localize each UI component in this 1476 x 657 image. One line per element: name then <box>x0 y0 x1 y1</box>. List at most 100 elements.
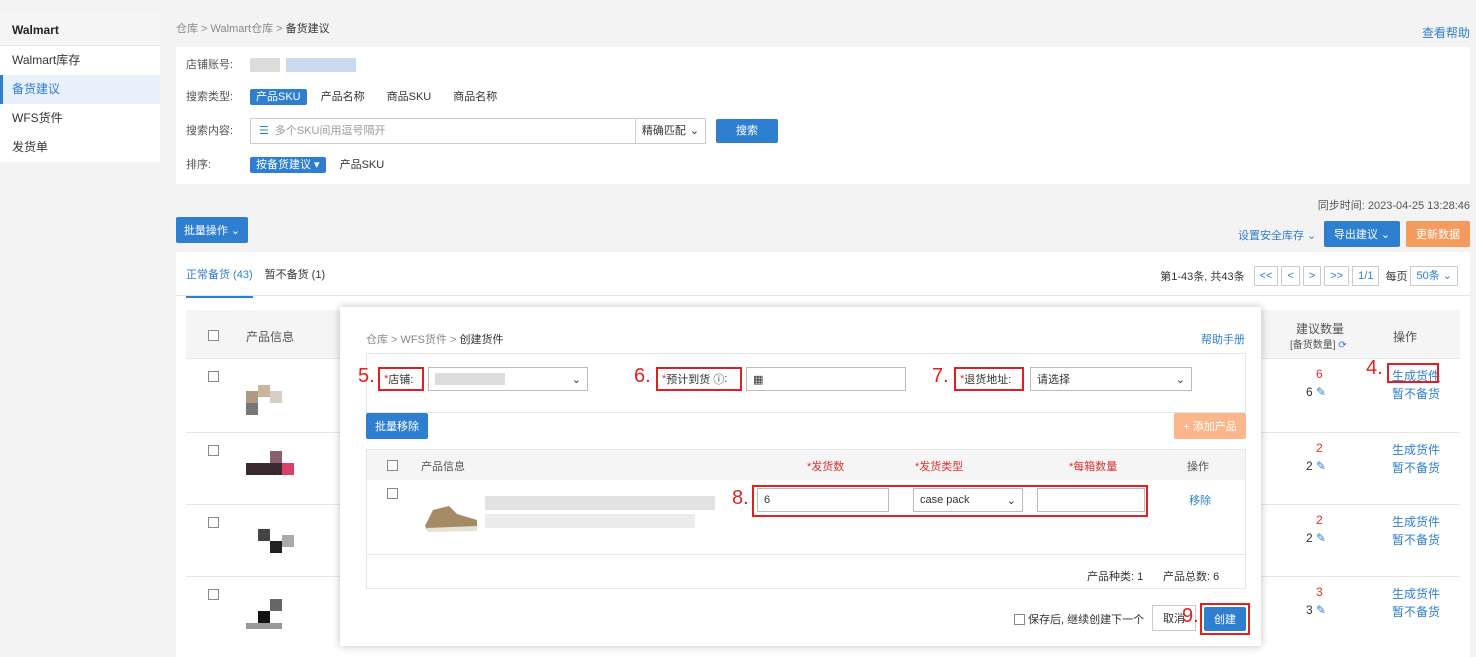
pager-last[interactable]: >> <box>1324 266 1350 286</box>
items-col-type: *发货类型 <box>915 461 964 473</box>
suggest-qty: 3 <box>1316 585 1323 599</box>
stock-qty[interactable]: 2 ✎ <box>1306 531 1326 545</box>
filter-panel: 店铺账号: 搜索类型: 产品SKU 产品名称 商品SKU 商品名称 搜索内容: … <box>176 47 1470 184</box>
row-checkbox[interactable] <box>208 371 219 382</box>
product-thumbnail <box>246 463 282 475</box>
help-link[interactable]: 查看帮助 <box>1422 24 1470 41</box>
store-label: 店铺账号: <box>186 59 234 71</box>
annotation-5: 5. <box>358 365 375 387</box>
sort-by-suggestion[interactable]: 按备货建议 ▾ <box>250 157 326 173</box>
generate-shipment-link[interactable]: 生成货件 <box>1392 585 1440 602</box>
product-thumbnail <box>258 385 270 397</box>
save-next-checkbox[interactable] <box>1014 613 1025 625</box>
sidebar-item-restock[interactable]: 备货建议 <box>0 75 160 104</box>
search-content-row: 搜索内容: ☰ 多个SKU间用逗号隔开 精确匹配 ⌄ 搜索 <box>186 118 778 144</box>
items-header: 产品信息 *发货数 *发货类型 *每箱数量 操作 <box>367 450 1245 480</box>
pause-restock-link[interactable]: 暂不备货 <box>1392 531 1440 548</box>
tab-normal[interactable]: 正常备货 (43) <box>186 266 253 298</box>
pause-restock-link[interactable]: 暂不备货 <box>1392 603 1440 620</box>
row-checkbox[interactable] <box>208 445 219 456</box>
modal-breadcrumb: 仓库 > WFS货件 > 创建货件 <box>366 334 504 346</box>
breadcrumb: 仓库 > Walmart仓库 > 备货建议 <box>176 23 330 35</box>
product-thumbnail <box>282 535 294 547</box>
sort-by-product-sku[interactable]: 产品SKU <box>340 153 385 177</box>
sync-time: 同步时间: 2023-04-25 13:28:46 <box>1317 200 1470 212</box>
suggest-qty: 6 <box>1316 367 1323 381</box>
annotation-8: 8. <box>732 487 749 509</box>
edit-icon: ✎ <box>1316 531 1327 545</box>
calendar-icon: ▦ <box>753 373 764 386</box>
col-qty-sub: [备货数量] ⟳ <box>1290 340 1347 351</box>
tab-paused[interactable]: 暂不备货 (1) <box>265 266 326 298</box>
search-type-item-name[interactable]: 商品名称 <box>453 85 497 109</box>
add-product-button[interactable]: + 添加产品 <box>1174 413 1246 439</box>
search-type-item-sku[interactable]: 商品SKU <box>387 85 432 109</box>
row-checkbox[interactable] <box>208 517 219 528</box>
shoe-thumbnail <box>425 506 477 532</box>
match-mode-select[interactable]: 精确匹配 ⌄ <box>635 119 705 143</box>
pause-restock-link[interactable]: 暂不备货 <box>1392 385 1440 402</box>
product-thumbnail <box>246 391 258 403</box>
generate-shipment-link[interactable]: 生成货件 <box>1392 441 1440 458</box>
pause-restock-link[interactable]: 暂不备货 <box>1392 459 1440 476</box>
items-col-per-box: *每箱数量 <box>1069 461 1118 473</box>
top-bar: 仓库 > Walmart仓库 > 备货建议 查看帮助 <box>176 20 1476 40</box>
row-checkbox[interactable] <box>208 589 219 600</box>
pager-prev[interactable]: < <box>1281 266 1300 286</box>
create-button[interactable]: 创建 <box>1204 607 1246 631</box>
product-thumbnail <box>246 623 282 629</box>
select-all-checkbox[interactable] <box>208 330 219 341</box>
create-shipment-modal: 仓库 > WFS货件 > 创建货件 帮助手册 5. * 店铺: ⌄ 6. * 预计到… <box>340 307 1261 646</box>
search-button[interactable]: 搜索 <box>716 119 778 143</box>
store-row: 店铺账号: <box>186 53 362 77</box>
stock-qty[interactable]: 3 ✎ <box>1306 603 1326 617</box>
sidebar-item-wfs[interactable]: WFS货件 <box>0 104 160 133</box>
product-thumbnail <box>270 599 282 611</box>
export-button[interactable]: 导出建议 ⌄ <box>1324 221 1400 247</box>
col-action: 操作 <box>1393 330 1418 344</box>
sidebar: Walmart Walmart库存 备货建议 WFS货件 发货单 <box>0 14 160 162</box>
list-icon: ☰ <box>259 125 269 137</box>
per-page-select[interactable]: 50条 ⌄ <box>1410 266 1458 286</box>
generate-shipment-link[interactable]: 生成货件 <box>1392 513 1440 530</box>
annotation-4: 4. <box>1366 357 1383 379</box>
items-col-qty: *发货数 <box>807 461 845 473</box>
items-select-all-checkbox[interactable] <box>387 460 398 471</box>
batch-operation-button[interactable]: 批量操作 ⌄ <box>176 217 248 243</box>
return-address-select[interactable]: 请选择 ⌄ <box>1030 367 1192 391</box>
stock-qty[interactable]: 2 ✎ <box>1306 459 1326 473</box>
search-input[interactable]: ☰ 多个SKU间用逗号隔开 <box>251 119 635 143</box>
save-next-option[interactable]: 保存后, 继续创建下一个 <box>1014 611 1144 627</box>
sort-label: 排序: <box>186 159 212 171</box>
edit-icon: ✎ <box>1316 603 1327 617</box>
product-kinds-count: 产品种类: 1 <box>1087 571 1144 583</box>
safety-stock-dropdown[interactable]: 设置安全库存 ⌄ <box>1238 227 1316 243</box>
item-checkbox[interactable] <box>387 488 398 499</box>
col-product: 产品信息 <box>246 330 295 344</box>
remove-item-link[interactable]: 移除 <box>1189 492 1211 508</box>
modal-help-link[interactable]: 帮助手册 <box>1201 331 1245 347</box>
pager-first[interactable]: << <box>1253 266 1279 286</box>
refresh-data-button[interactable]: 更新数据 <box>1406 221 1470 247</box>
search-type-label: 搜索类型: <box>186 91 234 103</box>
eta-date-input[interactable]: ▦ <box>746 367 906 391</box>
shipment-items-table: 产品信息 *发货数 *发货类型 *每箱数量 操作 6 case pack ⌄ 移除… <box>366 449 1246 589</box>
search-type-product-sku[interactable]: 产品SKU <box>250 89 307 105</box>
store-select[interactable]: ⌄ <box>428 367 588 391</box>
pager-next[interactable]: > <box>1302 266 1322 286</box>
search-type-product-name[interactable]: 产品名称 <box>321 85 365 109</box>
store-account[interactable] <box>286 58 356 72</box>
annotation-7: 7. <box>932 365 949 387</box>
store-account[interactable] <box>250 58 280 72</box>
items-col-action: 操作 <box>1187 461 1209 473</box>
stock-qty[interactable]: 6 ✎ <box>1306 385 1326 399</box>
sidebar-item-shipping[interactable]: 发货单 <box>0 133 160 162</box>
per-page-label: 每页 <box>1385 271 1408 283</box>
batch-remove-button[interactable]: 批量移除 <box>366 413 428 439</box>
tabs: 正常备货 (43) 暂不备货 (1) <box>186 266 337 298</box>
annotation-6: 6. <box>634 365 651 387</box>
sidebar-item-inventory[interactable]: Walmart库存 <box>0 46 160 75</box>
col-qty: 建议数量 <box>1296 322 1345 336</box>
item-name <box>485 496 715 510</box>
search-type-row: 搜索类型: 产品SKU 产品名称 商品SKU 商品名称 <box>186 85 519 109</box>
